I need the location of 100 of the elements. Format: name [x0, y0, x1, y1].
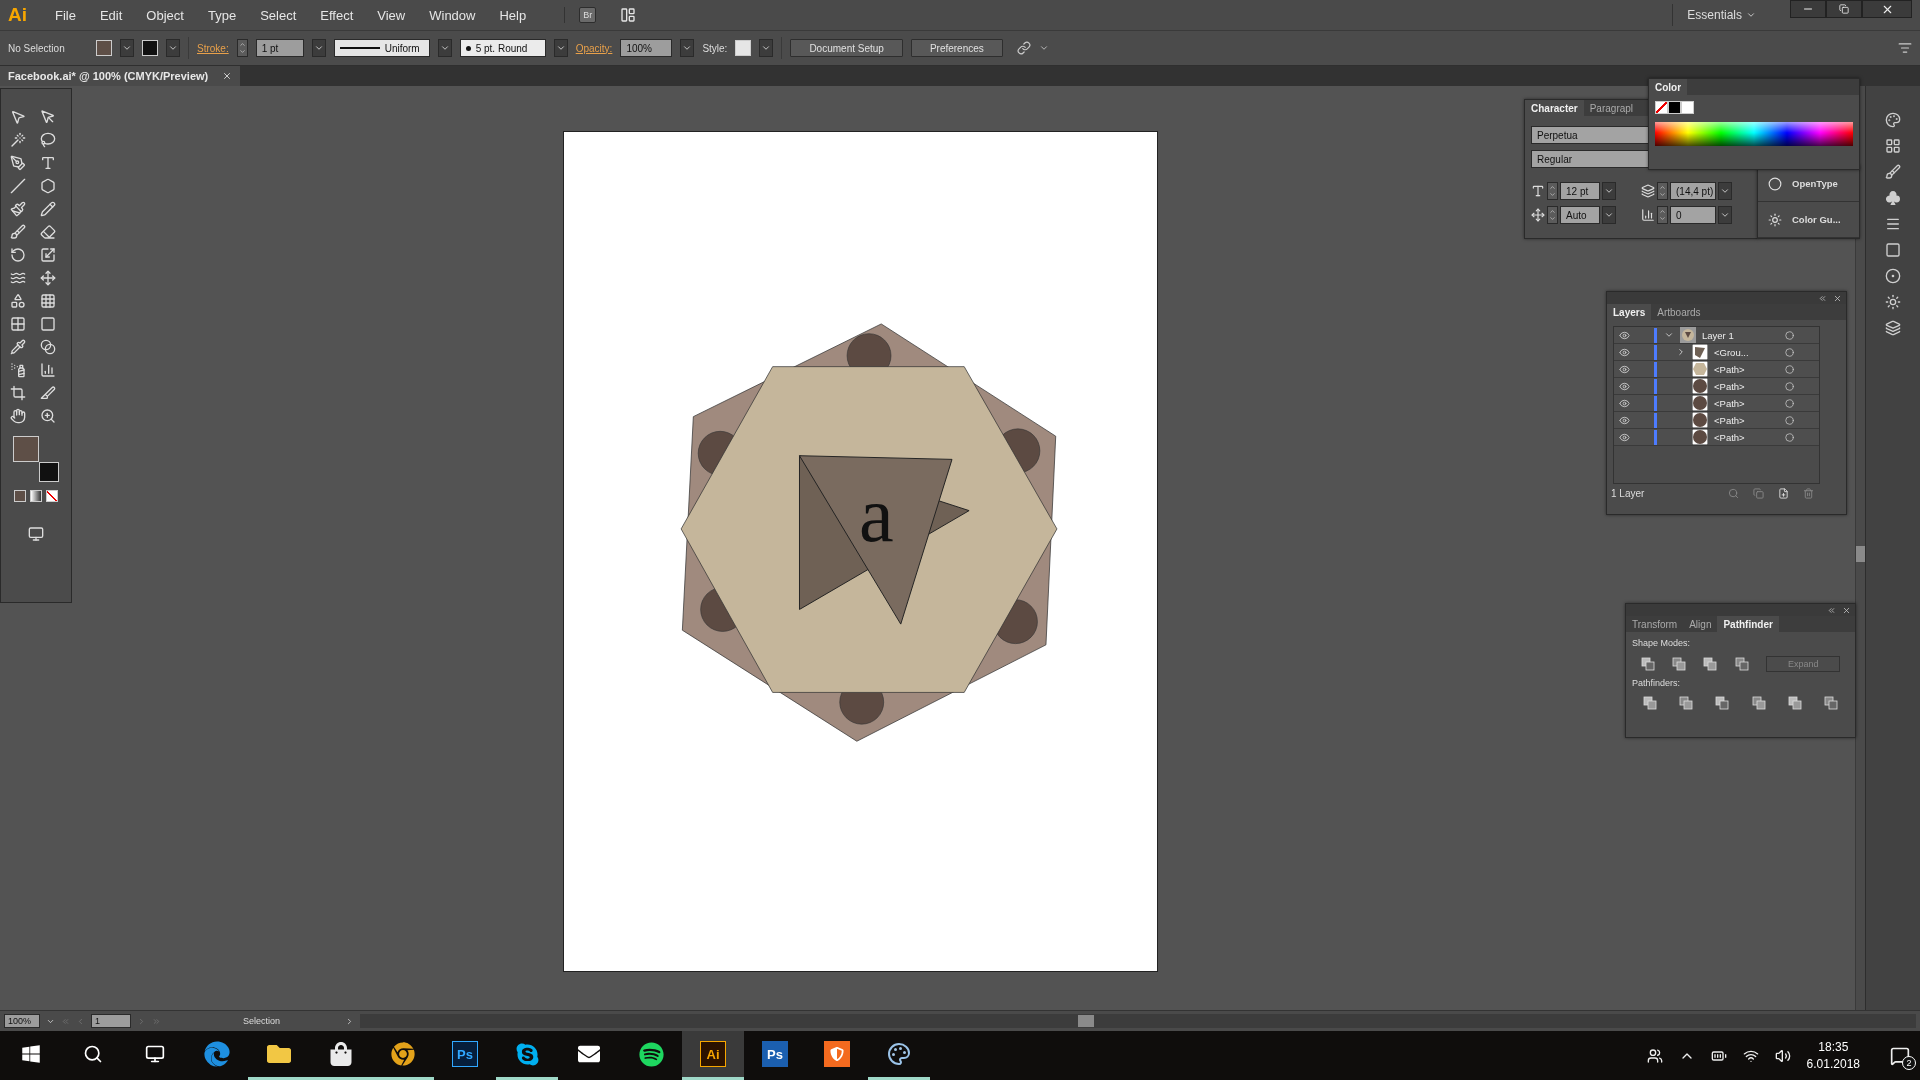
font-style-field[interactable]: Regular	[1531, 150, 1649, 168]
opacity-field[interactable]: 100%	[620, 39, 673, 57]
workspace-switcher[interactable]: Essentials	[1672, 4, 1756, 26]
square-icon[interactable]	[40, 316, 56, 332]
hollow-pointer-icon[interactable]	[40, 109, 56, 125]
dropdown-button[interactable]	[1602, 206, 1616, 224]
caret-icon[interactable]	[1604, 210, 1614, 220]
stepper-button[interactable]	[1547, 206, 1558, 224]
dropdown-button[interactable]	[759, 39, 774, 57]
caret-icon[interactable]	[1038, 43, 1049, 53]
layer-row[interactable]: <Grou...	[1614, 344, 1819, 361]
overlapping-squares-icon[interactable]	[1715, 696, 1730, 710]
palette-icon[interactable]	[887, 1042, 911, 1066]
brush-icon[interactable]	[10, 224, 26, 240]
magic-wand-icon[interactable]	[10, 132, 26, 148]
caret-icon[interactable]	[1746, 10, 1756, 20]
layer-row[interactable]: <Path>	[1614, 395, 1819, 412]
task-view-icon[interactable]	[145, 1044, 165, 1064]
stepper-button[interactable]	[1657, 182, 1668, 200]
panel-tab[interactable]: Layers	[1607, 304, 1652, 320]
tracking-field[interactable]: 0	[1670, 206, 1716, 224]
scale-icon[interactable]	[40, 247, 56, 263]
target-circle-icon[interactable]	[1785, 347, 1794, 357]
close-icon[interactable]	[1833, 293, 1842, 303]
menu-item[interactable]: Effect	[310, 7, 364, 23]
toolbar-button[interactable]: Document Setup	[790, 39, 903, 57]
bar-chart-icon[interactable]	[40, 362, 56, 378]
s-logo-icon[interactable]	[514, 1041, 540, 1067]
panel-tab[interactable]: Color	[1649, 79, 1688, 95]
dropdown-button[interactable]	[553, 39, 568, 57]
overlapping-squares-icon[interactable]	[1734, 657, 1749, 671]
overlapping-squares-icon[interactable]	[1751, 696, 1766, 710]
e-logo-icon[interactable]	[204, 1041, 230, 1067]
none-swatch[interactable]	[1655, 101, 1668, 114]
overlapping-squares-icon[interactable]	[1823, 696, 1838, 710]
restore-button[interactable]	[1826, 0, 1862, 18]
dropdown-button[interactable]	[680, 39, 695, 57]
caret-icon[interactable]	[439, 43, 450, 53]
mesh-icon[interactable]	[10, 316, 26, 332]
grid-icon[interactable]	[1885, 138, 1901, 154]
ai-app-icon[interactable]: Ai	[700, 1041, 726, 1067]
wave-icon[interactable]	[10, 270, 26, 286]
shopping-bag-icon[interactable]	[329, 1042, 353, 1066]
slice-icon[interactable]	[40, 385, 56, 401]
color-mode-swatch[interactable]	[14, 490, 26, 502]
sun-icon[interactable]	[1885, 294, 1901, 310]
caret-icon[interactable]	[555, 43, 566, 53]
dropdown-button[interactable]	[311, 39, 326, 57]
font-size-field[interactable]: 12 pt	[1560, 182, 1600, 200]
none-mode-swatch[interactable]	[46, 490, 58, 502]
paintbrush-icon[interactable]	[10, 201, 26, 217]
layers-icon[interactable]	[1885, 320, 1901, 336]
eye-icon[interactable]	[1619, 329, 1630, 341]
ps-app-icon[interactable]: Ps	[762, 1041, 788, 1067]
lasso-icon[interactable]	[40, 132, 56, 148]
document-title[interactable]: Facebook.ai* @ 100% (CMYK/Preview)	[8, 70, 209, 82]
artboard-field[interactable]: 1	[91, 1014, 131, 1028]
fill-color-swatch[interactable]	[13, 436, 39, 462]
square-icon[interactable]	[1885, 242, 1901, 258]
screen-mode-icon[interactable]	[28, 526, 44, 542]
target-circle-icon[interactable]	[1785, 330, 1794, 340]
eye-icon[interactable]	[1619, 380, 1630, 392]
stroke-swatch[interactable]	[142, 40, 158, 56]
target-circle-icon[interactable]	[1785, 398, 1794, 408]
overlapping-squares-icon[interactable]	[1640, 657, 1655, 671]
pencil-icon[interactable]	[40, 201, 56, 217]
overlapping-squares-icon[interactable]	[1787, 696, 1802, 710]
brush-icon[interactable]	[1885, 164, 1901, 180]
stroke-swatch[interactable]	[1668, 101, 1681, 114]
menu-item[interactable]: Edit	[89, 7, 133, 23]
layer-row[interactable]: <Path>	[1614, 429, 1819, 446]
search-icon[interactable]	[83, 1044, 103, 1064]
close-icon[interactable]	[1842, 605, 1851, 615]
target-circle-icon[interactable]	[1785, 415, 1794, 425]
close-icon[interactable]	[222, 71, 233, 81]
dropdown-button[interactable]	[1602, 182, 1616, 200]
eraser-icon[interactable]	[40, 224, 56, 240]
stroke-link[interactable]: Stroke:	[197, 42, 229, 54]
stroke-profile-field[interactable]: Uniform	[333, 39, 430, 57]
blend-icon[interactable]	[40, 339, 56, 355]
sound-waves-logo-icon[interactable]	[638, 1041, 664, 1067]
ps-app-icon[interactable]: Ps	[452, 1041, 478, 1067]
bridge-button[interactable]: Br	[579, 7, 597, 23]
layer-row[interactable]: <Path>	[1614, 412, 1819, 429]
caret-icon[interactable]	[313, 43, 324, 53]
circle-icon[interactable]	[1885, 268, 1901, 284]
volume-icon[interactable]	[1774, 1047, 1791, 1064]
menu-item[interactable]: Type	[197, 7, 247, 23]
layer-row[interactable]: <Path>	[1614, 361, 1819, 378]
restore-icon[interactable]	[1839, 4, 1849, 14]
fill-swatch[interactable]	[96, 40, 112, 56]
shield-app-icon[interactable]	[824, 1041, 850, 1067]
overlapping-squares-icon[interactable]	[1703, 657, 1718, 671]
panel-tab-label[interactable]: OpenType	[1792, 178, 1838, 189]
move-icon[interactable]	[40, 270, 56, 286]
menu-item[interactable]: File	[45, 7, 86, 23]
collapse-icon[interactable]	[1827, 605, 1836, 615]
layer-row[interactable]: <Path>	[1614, 378, 1819, 395]
clock-date[interactable]: 6.01.2018	[1806, 1057, 1860, 1071]
menu-item[interactable]: Object	[136, 7, 194, 23]
